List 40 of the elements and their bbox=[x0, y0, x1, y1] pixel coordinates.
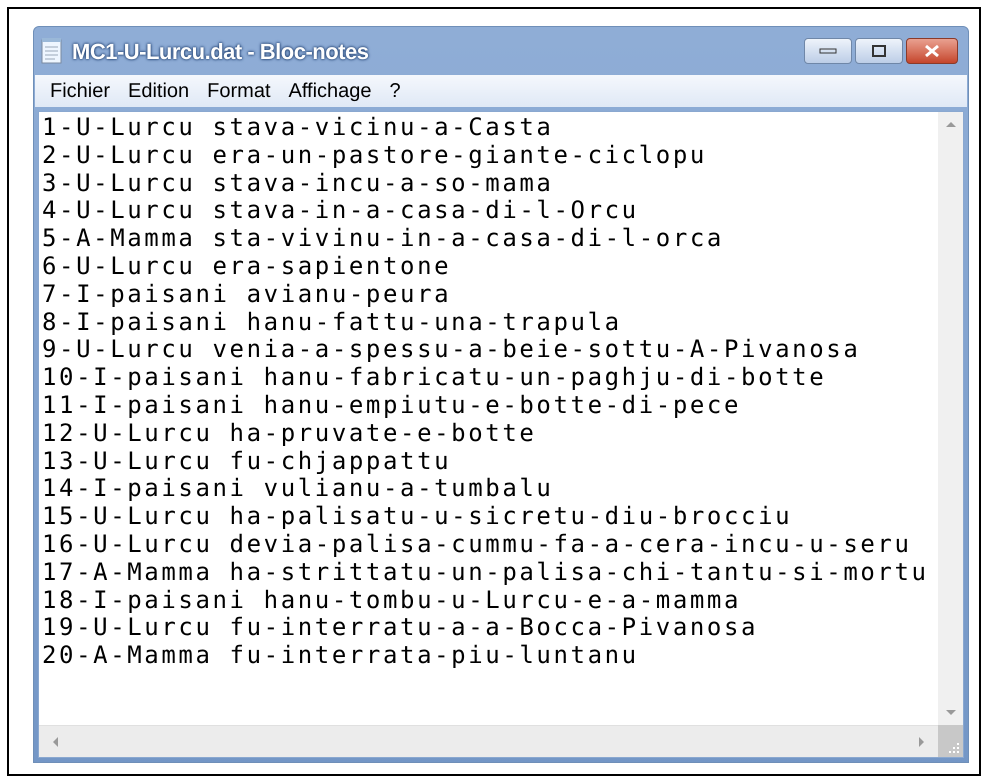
text-line: 3-U-Lurcu stava-incu-a-so-mama bbox=[42, 170, 554, 198]
window-title: MC1-U-Lurcu.dat - Bloc-notes bbox=[72, 38, 368, 66]
text-line: 16-U-Lurcu devia-palisa-cummu-fa-a-cera-incu-u-seru bbox=[42, 530, 912, 559]
text-line: 8-I-paisani hanu-fattu-una-trapula bbox=[42, 308, 622, 336]
text-line: 1-U-Lurcu stava-vicinu-a-Casta bbox=[42, 114, 554, 142]
text-line: 2-U-Lurcu era-un-pastore-giante-ciclopu bbox=[42, 142, 707, 170]
text-line: 18-I-paisani hanu-tombu-u-Lurcu-e-a-mamma bbox=[42, 586, 742, 614]
menu-item[interactable]: ? bbox=[382, 77, 408, 105]
maximize-icon bbox=[872, 45, 886, 57]
scroll-up-icon[interactable] bbox=[944, 120, 956, 128]
text-line: 9-U-Lurcu venia-a-spessu-a-beie-sottu-A-Pivanosa bbox=[42, 336, 860, 364]
text-line: 17-A-Mamma ha-strittatu-un-palisa-chi-tantu-si-mortu bbox=[42, 558, 929, 587]
close-button[interactable] bbox=[906, 38, 958, 64]
menu-item[interactable]: Fichier bbox=[43, 77, 118, 105]
menu-item[interactable]: Affichage bbox=[282, 77, 379, 105]
text-line: 19-U-Lurcu fu-interratu-a-a-Bocca-Pivanosa bbox=[42, 614, 758, 642]
close-icon bbox=[923, 44, 941, 58]
maximize-button[interactable] bbox=[855, 38, 903, 64]
text-line: 7-I-paisani avianu-peura bbox=[42, 280, 452, 309]
notepad-icon bbox=[40, 37, 64, 65]
text-line: 12-U-Lurcu ha-pruvate-e-botte bbox=[42, 420, 536, 448]
menu-item[interactable]: Edition bbox=[121, 77, 196, 105]
text-line: 13-U-Lurcu fu-chjappattu bbox=[42, 448, 452, 476]
text-line: 6-U-Lurcu era-sapientone bbox=[42, 252, 452, 281]
vertical-scrollbar[interactable] bbox=[938, 112, 963, 725]
minimize-button[interactable] bbox=[804, 38, 852, 64]
text-line: 15-U-Lurcu ha-palisatu-u-sicretu-diu-brocciu bbox=[42, 503, 792, 531]
text-line: 11-I-paisani hanu-empiutu-e-botte-di-pece bbox=[42, 392, 742, 420]
horizontal-scrollbar[interactable] bbox=[39, 725, 938, 757]
text-line: 20-A-Mamma fu-interrata-piu-luntanu bbox=[42, 642, 639, 670]
scroll-left-icon[interactable] bbox=[51, 736, 59, 748]
text-line: 4-U-Lurcu stava-in-a-casa-di-l-Orcu bbox=[42, 197, 639, 226]
scroll-down-icon[interactable] bbox=[944, 709, 956, 717]
scroll-right-icon[interactable] bbox=[918, 736, 926, 748]
text-line: 14-I-paisani vulianu-a-tumbalu bbox=[42, 475, 554, 504]
text-line: 10-I-paisani hanu-fabricatu-un-paghju-di-botte bbox=[42, 364, 826, 392]
text-line: 5-A-Mamma sta-vivinu-in-a-casa-di-l-orca bbox=[42, 225, 724, 253]
resize-grip-icon[interactable] bbox=[948, 742, 960, 754]
minimize-icon bbox=[819, 48, 837, 54]
menu-item[interactable]: Format bbox=[200, 77, 278, 105]
